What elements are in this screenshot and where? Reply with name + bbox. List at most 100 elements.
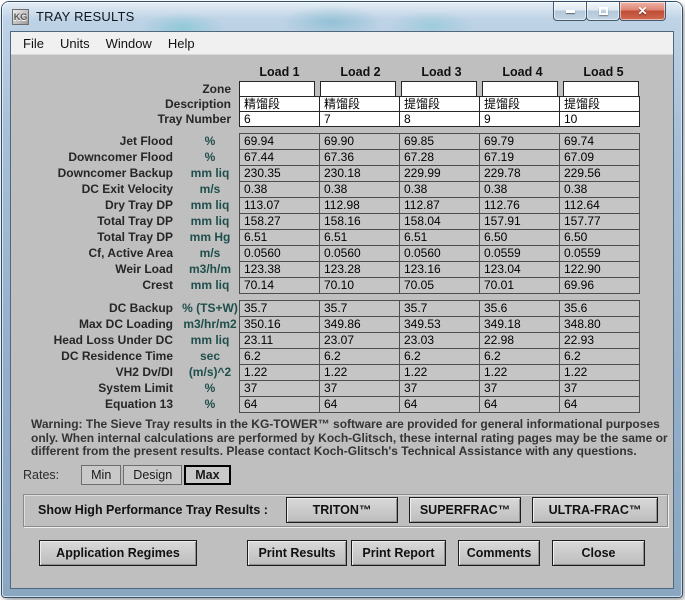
result-value-cell: 1.22 — [399, 364, 480, 381]
footer-buttons: Application Regimes Print Results Print Re… — [39, 539, 659, 566]
result-value-cell: 0.38 — [319, 181, 400, 198]
result-value-cell: 230.35 — [239, 165, 320, 182]
result-label: Jet Flood — [119, 134, 173, 148]
result-unit: % — [204, 134, 216, 148]
hp-button-superfrac[interactable]: SUPERFRAC™ — [409, 497, 521, 523]
result-cells: 0.0560 0.0560 0.0560 0.0559 0.0559 — [239, 245, 640, 262]
tray-number-cell[interactable]: 9 — [479, 111, 560, 127]
result-value-cell: 67.09 — [559, 149, 640, 166]
result-value-cell: 22.98 — [479, 332, 560, 349]
tray-number-cell[interactable]: 8 — [399, 111, 480, 127]
load-header-5: Load 5 — [583, 65, 624, 79]
result-row: DC Backup% (TS+W) 35.7 35.7 35.7 35.6 35.6 — [23, 300, 673, 317]
result-label: Max DC Loading — [78, 317, 173, 331]
result-unit: % — [204, 397, 216, 411]
footer-button-close[interactable]: Close — [552, 539, 645, 566]
description-cell[interactable]: 提馏段 — [479, 96, 560, 112]
menu-item-window[interactable]: Window — [98, 33, 160, 54]
rate-button-max[interactable]: Max — [184, 464, 231, 485]
result-row: VH2 Dv/DI (m/s)^2 1.22 1.22 1.22 1.22 1.22 — [23, 364, 673, 381]
result-row: System Limit% 37 37 37 37 37 — [23, 380, 673, 397]
result-value-cell: 69.74 — [559, 133, 640, 150]
result-row: Downcomer Flood% 67.44 67.36 67.28 67.19 67.0… — [23, 149, 673, 166]
load-header-2: Load 2 — [340, 65, 381, 79]
tray-number-cell[interactable]: 7 — [319, 111, 400, 127]
result-cells: 158.27 158.16 158.04 157.91 157.77 — [239, 213, 640, 230]
result-value-cell: 123.38 — [239, 261, 320, 278]
result-value-cell: 64 — [319, 396, 400, 413]
result-row: Head Loss Under DC mm liq 23.11 23.07 23.03 2… — [23, 332, 673, 349]
result-cells: 6.2 6.2 6.2 6.2 6.2 — [239, 348, 640, 365]
result-value-cell: 1.22 — [479, 364, 560, 381]
rate-button-design[interactable]: Design — [123, 464, 183, 485]
result-value-cell: 6.2 — [399, 348, 480, 365]
result-row: DC Exit Velocity m/s 0.38 0.38 0.38 0.38 0.38 — [23, 181, 673, 198]
result-value-cell: 0.38 — [399, 181, 480, 198]
result-value-cell: 6.51 — [399, 229, 480, 246]
result-value-cell: 349.53 — [399, 316, 480, 333]
tray-results-window: KG TRAY RESULTS ✕ File Units Window Help Lo… — [2, 2, 682, 597]
result-label: Total Tray DP — [97, 214, 173, 228]
window-title: TRAY RESULTS — [36, 9, 135, 24]
description-cell[interactable]: 精馏段 — [319, 96, 400, 112]
result-value-cell: 158.27 — [239, 213, 320, 230]
result-label: Downcomer Backup — [57, 166, 173, 180]
result-value-cell: 112.87 — [399, 197, 480, 214]
zone-cell[interactable] — [482, 81, 558, 97]
description-cell[interactable]: 提馏段 — [559, 96, 640, 112]
result-value-cell: 37 — [559, 380, 640, 397]
result-value-cell: 69.79 — [479, 133, 560, 150]
result-cells: 35.7 35.7 35.7 35.6 35.6 — [239, 300, 640, 317]
result-row: Equation 13% 64 64 64 64 64 — [23, 396, 673, 413]
hp-button-triton[interactable]: TRITON™ — [286, 497, 398, 523]
footer-button-application-regimes[interactable]: Application Regimes — [39, 539, 197, 566]
titlebar[interactable]: KG TRAY RESULTS ✕ — [2, 2, 682, 31]
zone-cell[interactable] — [401, 81, 477, 97]
result-cells: 67.44 67.36 67.28 67.19 67.09 — [239, 149, 640, 166]
result-value-cell: 37 — [239, 380, 320, 397]
load-header-3: Load 3 — [421, 65, 462, 79]
maximize-button[interactable] — [586, 2, 620, 21]
zone-cell[interactable] — [320, 81, 396, 97]
result-value-cell: 70.10 — [319, 277, 400, 294]
menu-item-file[interactable]: File — [15, 33, 52, 54]
result-row: Total Tray DP mm liq 158.27 158.16 158.04 157… — [23, 213, 673, 230]
result-unit: % — [204, 381, 216, 395]
result-unit: sec — [199, 349, 221, 363]
description-cell[interactable]: 提馏段 — [399, 96, 480, 112]
tray-number-cell[interactable]: 10 — [559, 111, 640, 127]
result-value-cell: 64 — [239, 396, 320, 413]
menu-item-units[interactable]: Units — [52, 33, 98, 54]
result-unit: mm liq — [190, 278, 230, 292]
result-value-cell: 158.16 — [319, 213, 400, 230]
result-value-cell: 0.38 — [559, 181, 640, 198]
rate-button-min[interactable]: Min — [81, 464, 122, 485]
result-value-cell: 349.18 — [479, 316, 560, 333]
footer-button-comments[interactable]: Comments — [458, 539, 540, 566]
rates-label: Rates: — [23, 467, 60, 482]
tray-number-cell[interactable]: 6 — [239, 111, 320, 127]
result-value-cell: 23.07 — [319, 332, 400, 349]
description-cell[interactable]: 精馏段 — [239, 96, 320, 112]
zone-cell[interactable] — [563, 81, 639, 97]
result-cells: 70.14 70.10 70.05 70.01 69.96 — [239, 277, 640, 294]
result-cells: 69.94 69.90 69.85 69.79 69.74 — [239, 133, 640, 150]
result-value-cell: 112.98 — [319, 197, 400, 214]
result-label: DC Exit Velocity — [81, 182, 173, 196]
close-button[interactable]: ✕ — [619, 2, 666, 21]
result-row: Downcomer Backup mm liq 230.35 230.18 229.99… — [23, 165, 673, 182]
footer-button-print-results[interactable]: Print Results — [247, 539, 347, 566]
footer-button-print-report[interactable]: Print Report — [351, 539, 446, 566]
result-row: Cf, Active Area m/s 0.0560 0.0560 0.0560 0.05… — [23, 245, 673, 262]
result-value-cell: 0.0560 — [239, 245, 320, 262]
result-value-cell: 0.0559 — [559, 245, 640, 262]
menu-item-help[interactable]: Help — [160, 33, 203, 54]
load-header-4: Load 4 — [502, 65, 543, 79]
hp-button-ultrafrac[interactable]: ULTRA-FRAC™ — [532, 497, 658, 523]
minimize-button[interactable] — [553, 2, 587, 21]
result-cells: 230.35 230.18 229.99 229.78 229.56 — [239, 165, 640, 182]
zone-cell[interactable] — [239, 81, 315, 97]
result-value-cell: 230.18 — [319, 165, 400, 182]
result-value-cell: 1.22 — [559, 364, 640, 381]
result-cells: 64 64 64 64 64 — [239, 396, 640, 413]
